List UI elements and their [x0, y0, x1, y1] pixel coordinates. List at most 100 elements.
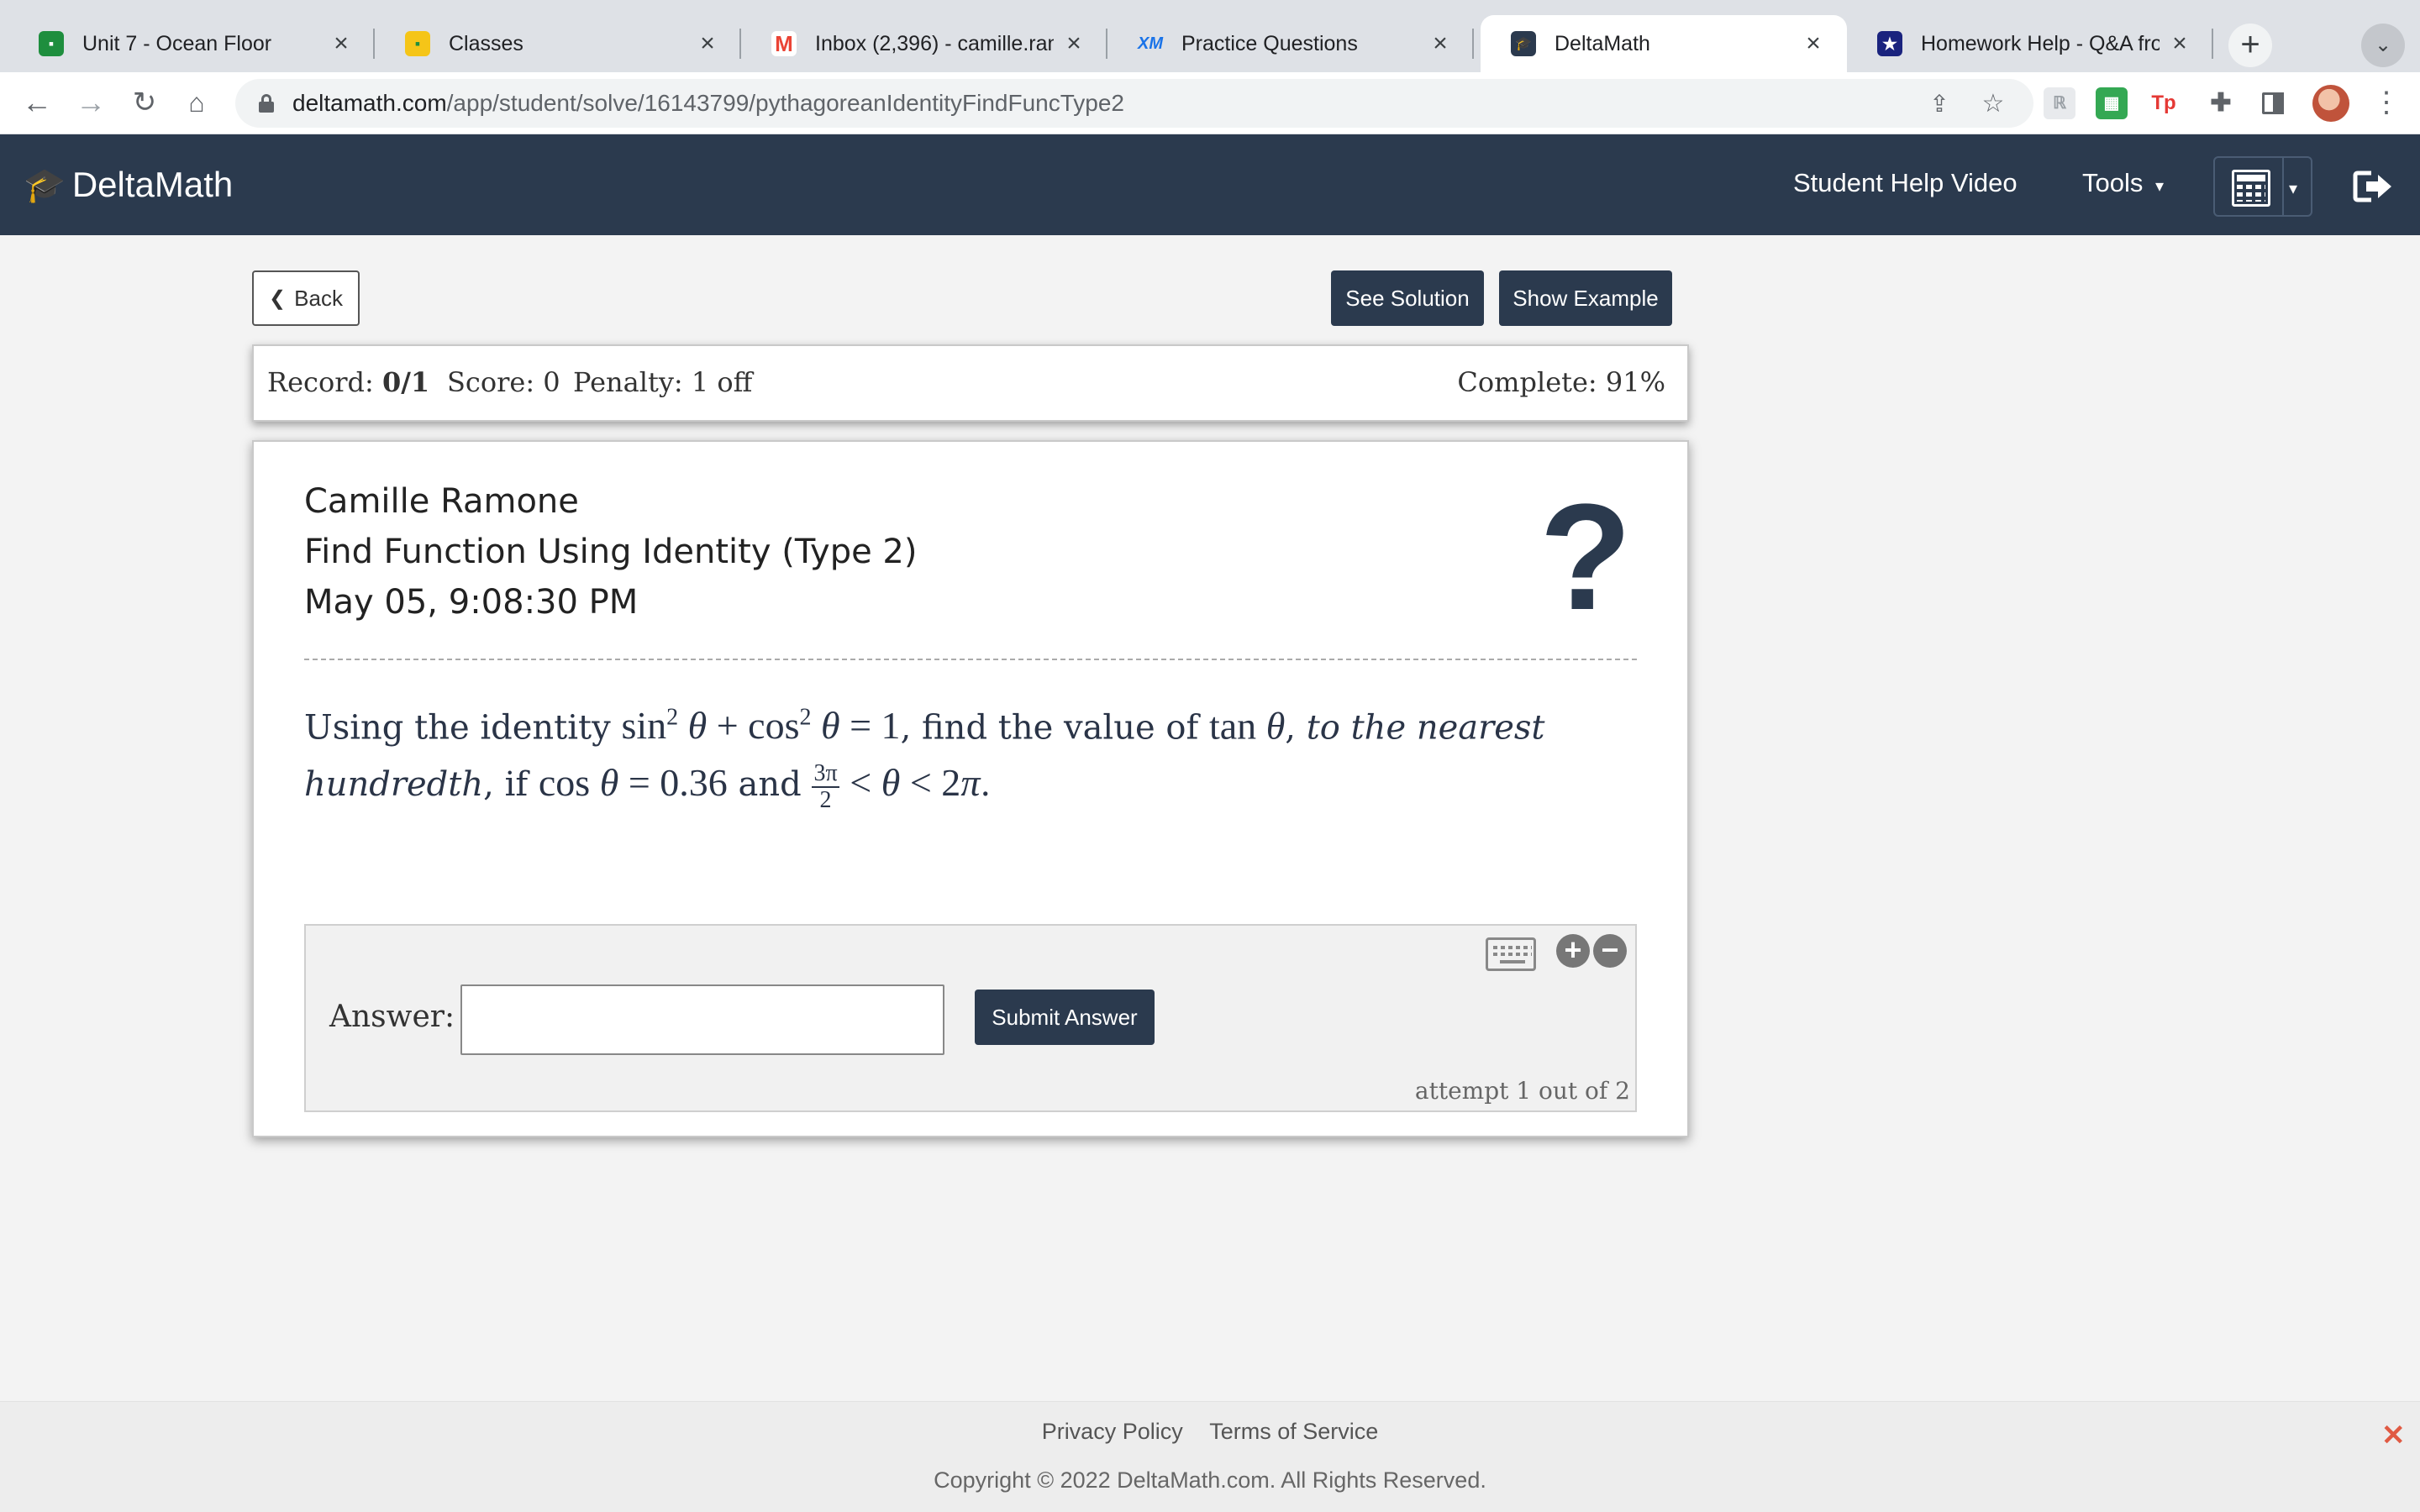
close-icon[interactable]: × — [694, 29, 721, 58]
show-example-button[interactable]: Show Example — [1499, 270, 1672, 326]
close-icon[interactable]: ✕ — [2381, 1419, 2406, 1452]
calculator-icon — [2232, 170, 2270, 207]
tab-title: Classes — [449, 31, 523, 55]
caret-down-icon: ▾ — [2155, 177, 2165, 196]
browser-menu-icon[interactable]: ⋮ — [2370, 81, 2403, 124]
gmail-icon: M — [771, 31, 797, 56]
divider — [304, 659, 1637, 660]
logout-icon[interactable] — [2353, 170, 2395, 203]
tp-icon[interactable]: Tp — [2148, 87, 2180, 119]
browser-tab[interactable]: ★ Homework Help - Q&A from × — [1847, 15, 2213, 72]
submit-answer-button[interactable]: Submit Answer — [975, 990, 1155, 1045]
answer-input[interactable] — [460, 984, 944, 1055]
share-icon[interactable]: ⇪ — [1923, 87, 1956, 121]
help-question-icon[interactable]: ? — [1539, 482, 1632, 633]
xm-icon: XM — [1138, 34, 1163, 53]
browser-tab-active[interactable]: 🎓 DeltaMath × — [1481, 15, 1847, 72]
close-icon[interactable]: × — [1427, 29, 1454, 58]
caret-down-icon[interactable]: ▾ — [2289, 178, 2297, 199]
back-arrow-icon[interactable]: ← — [15, 81, 59, 124]
score-status: Score: 0 — [447, 366, 560, 398]
back-label: Back — [294, 285, 343, 311]
record-value: 0/1 — [381, 366, 430, 398]
question-text: Using the identity sin2 θ + cos2 θ = 1, … — [304, 704, 1545, 814]
deltamath-icon: 🎓 — [1511, 31, 1536, 56]
tools-dropdown[interactable]: Tools ▾ — [2082, 168, 2164, 198]
gift-icon[interactable]: ▦ — [2096, 87, 2128, 119]
close-icon[interactable]: × — [328, 29, 355, 58]
home-icon[interactable]: ⌂ — [175, 81, 218, 124]
browser-tab-strip: ▪ Unit 7 - Ocean Floor × ▪ Classes × M I… — [0, 0, 2420, 72]
extension-icon-1[interactable]: ℝ — [2044, 87, 2075, 119]
tab-title: Homework Help - Q&A from — [1921, 31, 2160, 55]
deltamath-navbar: 🎓 DeltaMath Student Help Video Tools ▾ ▾ — [0, 134, 2420, 235]
tab-title: DeltaMath — [1555, 31, 1650, 55]
browser-tab[interactable]: ▪ Unit 7 - Ocean Floor × — [8, 15, 375, 72]
close-icon[interactable]: × — [2166, 29, 2193, 58]
browser-tab[interactable]: XM Practice Questions × — [1107, 15, 1474, 72]
forward-arrow-icon[interactable]: → — [69, 81, 113, 124]
record-label: Record: — [267, 366, 374, 398]
tab-title: Unit 7 - Ocean Floor — [82, 31, 272, 55]
identity-expression: sin2 θ + cos2 θ = 1 — [621, 704, 901, 748]
problem-timestamp: May 05, 9:08:30 PM — [304, 583, 639, 622]
star-icon: ★ — [1877, 31, 1902, 56]
terms-of-service-link[interactable]: Terms of Service — [1209, 1419, 1378, 1444]
browser-toolbar: ← → ↻ ⌂ deltamath.com/app/student/solve/… — [0, 72, 2420, 134]
theta-range: < θ < 2π — [850, 761, 981, 805]
reload-icon[interactable]: ↻ — [123, 81, 166, 124]
question-part: find the value of — [922, 708, 1199, 748]
record-bar: Record: 0/1 Score: 0 Penalty: 1 off Comp… — [252, 344, 1689, 422]
sidebar-icon[interactable] — [2257, 87, 2289, 119]
fraction-denominator: 2 — [819, 787, 832, 814]
tab-search-icon[interactable]: ⌄ — [2361, 24, 2405, 67]
browser-tab[interactable]: ▪ Classes × — [375, 15, 741, 72]
answer-label: Answer: — [329, 1000, 455, 1034]
zoom-out-icon[interactable]: − — [1593, 934, 1627, 968]
url-text[interactable]: deltamath.com/app/student/solve/16143799… — [292, 79, 1124, 128]
page-footer: Privacy Policy Terms of Service Copyrigh… — [0, 1401, 2420, 1512]
privacy-policy-link[interactable]: Privacy Policy — [1042, 1419, 1183, 1444]
bookmark-star-icon[interactable]: ☆ — [1976, 87, 2010, 121]
see-solution-button[interactable]: See Solution — [1331, 270, 1484, 326]
google-classroom-icon: ▪ — [405, 31, 430, 56]
skill-title: Find Function Using Identity (Type 2) — [304, 533, 918, 571]
tan-theta: tan θ — [1208, 704, 1286, 748]
complete-status: Complete: 91% — [1457, 366, 1665, 398]
student-name: Camille Ramone — [304, 482, 579, 521]
tools-label: Tools — [2082, 168, 2144, 197]
logo-text: DeltaMath — [71, 165, 234, 204]
url-host: deltamath.com — [292, 90, 447, 116]
record-status: Record: 0/1 — [267, 366, 429, 398]
tab-title: Practice Questions — [1181, 31, 1358, 55]
zoom-in-icon[interactable]: + — [1556, 934, 1590, 968]
close-icon[interactable]: × — [1060, 29, 1087, 58]
answer-area: + − Answer: Submit Answer attempt 1 out … — [304, 924, 1637, 1112]
question-part: Using the identity — [304, 708, 611, 748]
question-part: and — [738, 765, 802, 805]
puzzle-icon[interactable]: ✚ — [2205, 87, 2237, 119]
google-classroom-icon: ▪ — [39, 31, 64, 56]
url-path: /app/student/solve/16143799/pythagoreanI… — [446, 90, 1124, 116]
student-help-video-link[interactable]: Student Help Video — [1793, 168, 2018, 198]
close-icon[interactable]: × — [1800, 29, 1827, 58]
keyboard-icon[interactable] — [1486, 937, 1536, 971]
calculator-button[interactable]: ▾ — [2213, 156, 2312, 217]
tab-title: Inbox (2,396) - camille.ram — [815, 31, 1054, 55]
problem-card: Camille Ramone Find Function Using Ident… — [252, 440, 1689, 1137]
copyright-text: Copyright © 2022 DeltaMath.com. All Righ… — [934, 1467, 1486, 1493]
deltamath-logo[interactable]: 🎓 DeltaMath — [24, 165, 233, 205]
question-part: if — [504, 765, 529, 805]
back-button[interactable]: ❮ Back — [252, 270, 360, 326]
fraction-numerator: 3π — [812, 760, 839, 789]
graduation-cap-icon: 🎓 — [24, 166, 66, 204]
fraction-3pi-over-2: 3π 2 — [812, 761, 839, 813]
profile-avatar[interactable] — [2312, 85, 2349, 122]
browser-tab[interactable]: M Inbox (2,396) - camille.ram × — [741, 15, 1107, 72]
lock-icon — [259, 94, 274, 113]
new-tab-button[interactable]: + — [2228, 24, 2272, 67]
penalty-status: Penalty: 1 off — [573, 366, 753, 398]
address-bar[interactable]: deltamath.com/app/student/solve/16143799… — [235, 79, 2033, 128]
attempt-counter: attempt 1 out of 2 — [1414, 1077, 1630, 1105]
cos-theta-expression: cos θ = 0.36 — [538, 761, 728, 805]
